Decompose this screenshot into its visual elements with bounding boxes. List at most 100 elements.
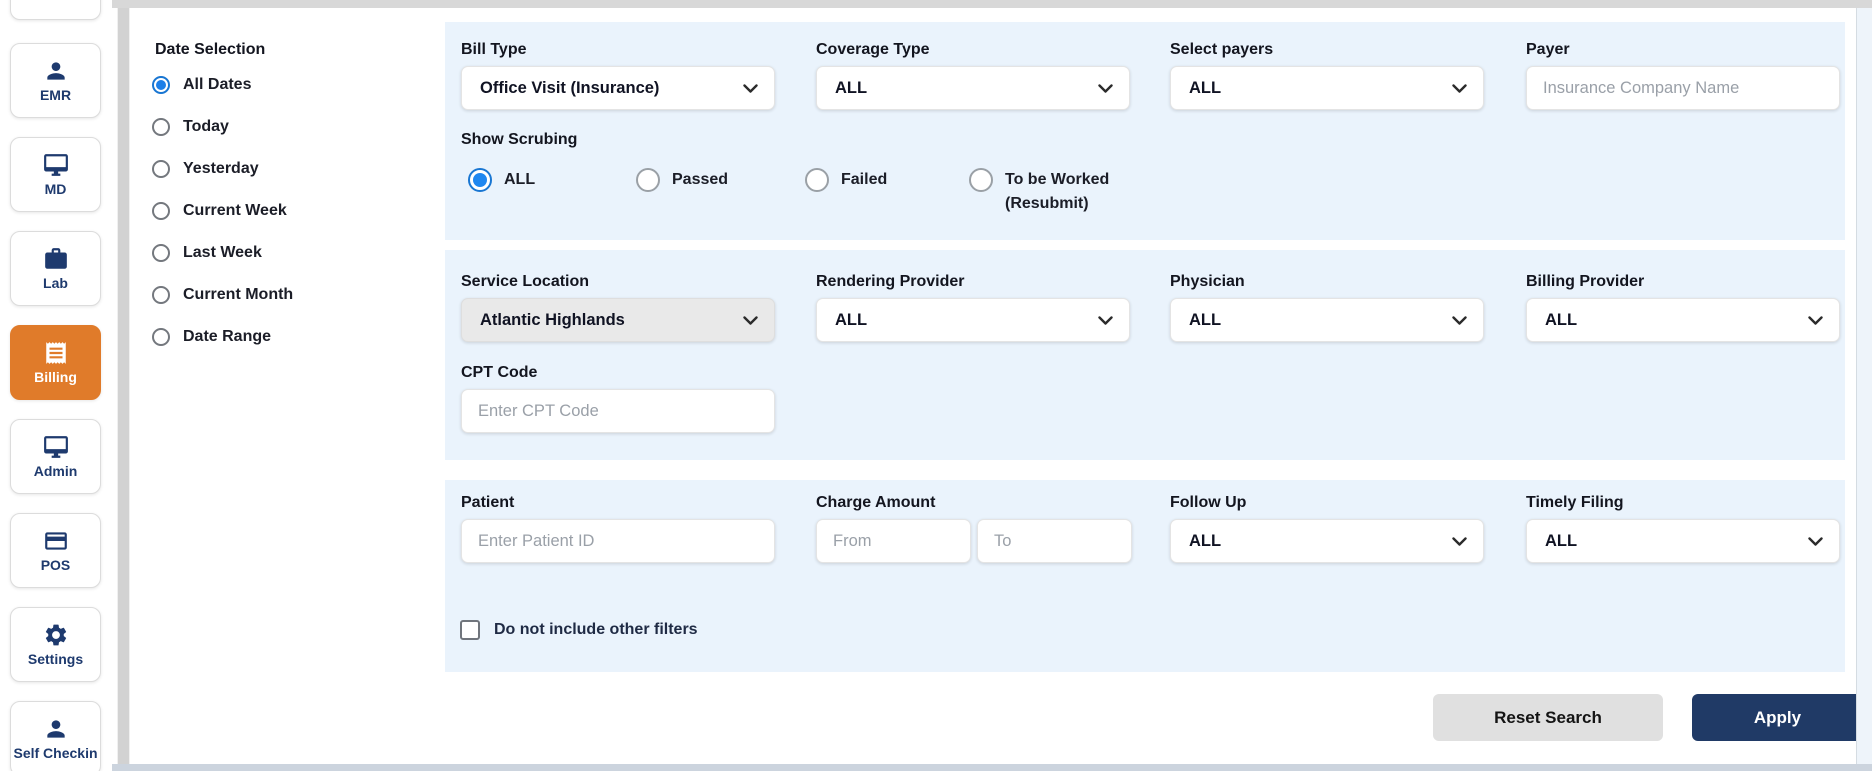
- rendering-provider-label: Rendering Provider: [816, 273, 965, 290]
- select-payers-select[interactable]: ALL: [1170, 66, 1484, 110]
- chevron-down-icon: [1098, 83, 1113, 93]
- checkbox-icon: [460, 620, 480, 640]
- radio-label: To be Worked (Resubmit): [1005, 171, 1110, 212]
- radio-label: All Dates: [183, 76, 252, 93]
- show-scrubbing-label: Show Scrubing: [461, 131, 578, 148]
- physician-value: ALL: [1189, 310, 1222, 329]
- radio-label: Passed: [672, 171, 729, 188]
- sidebar-item-self-checkin[interactable]: Self Checkin: [10, 701, 101, 771]
- radio-icon: [152, 328, 170, 346]
- cpt-code-input[interactable]: [461, 389, 775, 433]
- physician-label: Physician: [1170, 273, 1245, 290]
- radio-all-dates[interactable]: All Dates: [152, 64, 412, 106]
- radio-icon: [152, 286, 170, 304]
- chevron-down-icon: [743, 83, 758, 93]
- exclude-other-filters-checkbox[interactable]: Do not include other filters: [460, 620, 698, 640]
- panel-providers: Service Location Rendering Provider Phys…: [445, 250, 1845, 460]
- sidebar-scrollbar[interactable]: [117, 8, 130, 764]
- sidebar-item-label: Billing: [34, 369, 77, 385]
- chevron-down-icon: [1808, 315, 1823, 325]
- rendering-provider-select[interactable]: ALL: [816, 298, 1130, 342]
- follow-up-value: ALL: [1189, 531, 1222, 550]
- radio-date-range[interactable]: Date Range: [152, 316, 412, 358]
- briefcase-icon: [43, 246, 69, 272]
- bill-type-label: Bill Type: [461, 41, 527, 58]
- radio-label: Current Month: [183, 286, 294, 303]
- charge-amount-from-input[interactable]: [816, 519, 971, 563]
- radio-today[interactable]: Today: [152, 106, 412, 148]
- coverage-type-select[interactable]: ALL: [816, 66, 1130, 110]
- chevron-down-icon: [1808, 536, 1823, 546]
- sidebar-item-label: Self Checkin: [13, 745, 98, 761]
- sidebar-item-label: Settings: [27, 651, 84, 667]
- physician-select[interactable]: ALL: [1170, 298, 1484, 342]
- radio-current-week[interactable]: Current Week: [152, 190, 412, 232]
- radio-label: ALL: [504, 171, 536, 188]
- radio-yesterday[interactable]: Yesterday: [152, 148, 412, 190]
- sidebar-item-settings[interactable]: Settings: [10, 607, 101, 682]
- select-payers-label: Select payers: [1170, 41, 1274, 58]
- payer-input[interactable]: [1526, 66, 1840, 110]
- payer-label: Payer: [1526, 41, 1570, 58]
- date-selection-group: All Dates Today Yesterday Current Week L…: [152, 64, 412, 358]
- radio-current-month[interactable]: Current Month: [152, 274, 412, 316]
- show-scrubbing-group: ALL Passed Failed To be Worked (Resubmit…: [445, 168, 1845, 218]
- sidebar-item-admin[interactable]: Admin: [10, 419, 101, 494]
- receipt-icon: [43, 340, 69, 366]
- timely-filing-value: ALL: [1545, 531, 1578, 550]
- radio-icon: [636, 168, 660, 192]
- sidebar-item-pos[interactable]: POS: [10, 513, 101, 588]
- sidebar-item-label: POS: [40, 557, 71, 573]
- radio-last-week[interactable]: Last Week: [152, 232, 412, 274]
- sidebar-item-label: Lab: [43, 275, 68, 291]
- chevron-down-icon: [1098, 315, 1113, 325]
- sidebar-item-emr[interactable]: EMR: [10, 43, 101, 118]
- bill-type-select[interactable]: Office Visit (Insurance): [461, 66, 775, 110]
- main-scrollbar[interactable]: [1856, 8, 1872, 764]
- person-icon: [43, 716, 69, 742]
- sidebar-scrollbar-thumb[interactable]: [118, 8, 129, 764]
- charge-amount-to-input[interactable]: [977, 519, 1132, 563]
- radio-scrub-all[interactable]: ALL: [468, 168, 535, 192]
- radio-icon: [152, 118, 170, 136]
- coverage-type-value: ALL: [835, 78, 868, 97]
- top-border-strip: [112, 0, 1872, 8]
- patient-id-input[interactable]: [461, 519, 775, 563]
- radio-icon: [152, 76, 170, 94]
- billing-provider-value: ALL: [1545, 310, 1578, 329]
- sidebar-item-billing[interactable]: Billing: [10, 325, 101, 400]
- follow-up-label: Follow Up: [1170, 494, 1247, 511]
- gear-icon: [43, 622, 69, 648]
- radio-icon: [152, 244, 170, 262]
- sidebar-item-partial[interactable]: [10, 0, 101, 20]
- sidebar-nav: EMR MD Lab Billing Admin POS Settings Se…: [0, 0, 112, 771]
- radio-label: Yesterday: [183, 160, 259, 177]
- service-location-label: Service Location: [461, 273, 590, 290]
- billing-provider-select[interactable]: ALL: [1526, 298, 1840, 342]
- reset-search-button[interactable]: Reset Search: [1433, 694, 1663, 741]
- billing-provider-label: Billing Provider: [1526, 273, 1645, 290]
- apply-button[interactable]: Apply: [1692, 694, 1863, 741]
- radio-icon: [152, 202, 170, 220]
- radio-scrub-failed[interactable]: Failed: [805, 168, 887, 192]
- radio-label: Date Range: [183, 328, 272, 345]
- select-payers-value: ALL: [1189, 78, 1222, 97]
- patient-label: Patient: [461, 494, 515, 511]
- service-location-value: Atlantic Highlands: [480, 310, 625, 329]
- coverage-type-label: Coverage Type: [816, 41, 930, 58]
- sidebar-item-md[interactable]: MD: [10, 137, 101, 212]
- radio-scrub-passed[interactable]: Passed: [636, 168, 728, 192]
- radio-scrub-to-be-worked[interactable]: To be Worked (Resubmit): [969, 168, 1135, 216]
- radio-icon: [152, 160, 170, 178]
- follow-up-select[interactable]: ALL: [1170, 519, 1484, 563]
- service-location-select[interactable]: Atlantic Highlands: [461, 298, 775, 342]
- panel-patient-filters: Patient Charge Amount Follow Up Timely F…: [445, 480, 1845, 672]
- rendering-provider-value: ALL: [835, 310, 868, 329]
- radio-icon: [969, 168, 993, 192]
- timely-filing-select[interactable]: ALL: [1526, 519, 1840, 563]
- sidebar-item-label: Admin: [33, 463, 78, 479]
- timely-filing-label: Timely Filing: [1526, 494, 1624, 511]
- sidebar-item-lab[interactable]: Lab: [10, 231, 101, 306]
- checkbox-label: Do not include other filters: [494, 621, 698, 638]
- date-selection-title: Date Selection: [155, 41, 266, 58]
